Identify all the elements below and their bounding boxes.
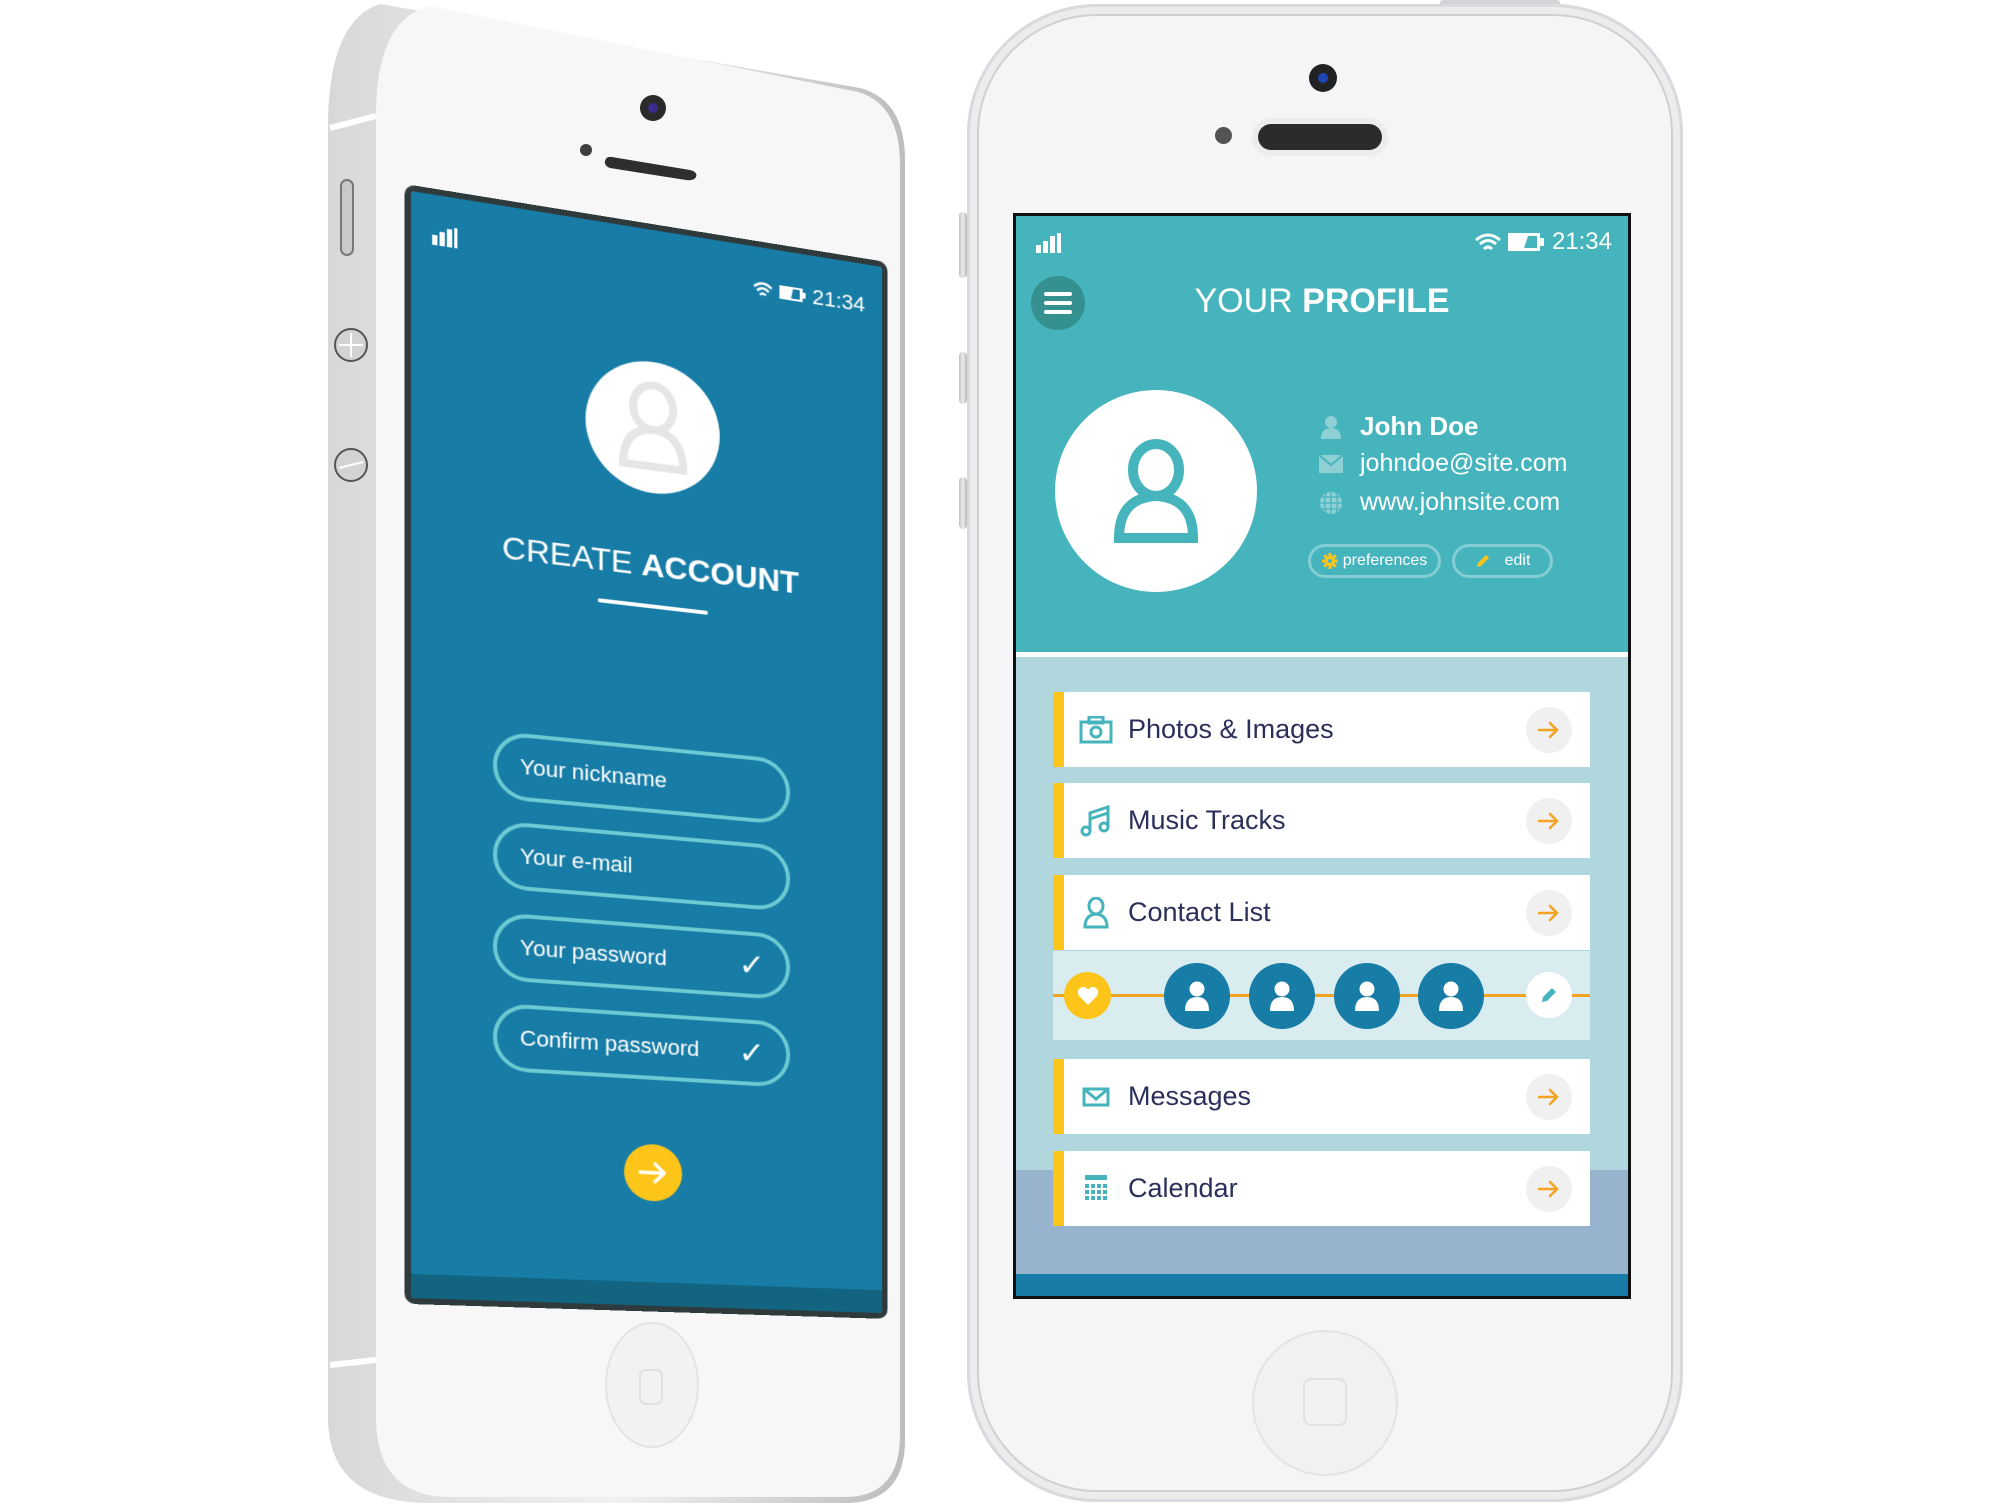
- status-bar: 21:34: [752, 275, 865, 318]
- profile-email-row: johndoe@site.com: [1318, 449, 1567, 478]
- menu-item-contacts[interactable]: Contact List: [1053, 875, 1590, 950]
- volume-down-button: [959, 477, 967, 529]
- profile-avatar[interactable]: [1055, 390, 1257, 592]
- mute-switch: [959, 212, 967, 278]
- check-icon: ✓: [738, 945, 765, 985]
- user-outline-icon: [1113, 439, 1199, 543]
- user-icon: [1318, 414, 1344, 440]
- proximity-sensor: [1215, 127, 1232, 144]
- create-account-screen: 21:34 CREATE ACCOUNT ✓ ✓: [404, 184, 889, 1320]
- status-time: 21:34: [1551, 228, 1612, 255]
- volume-up-button: [959, 352, 967, 404]
- preferences-label: preferences: [1342, 552, 1428, 569]
- profile-screen: 21:34 YOUR PROFILE John Doe johndoe@site…: [1016, 216, 1628, 1296]
- camera-lens: [1318, 73, 1328, 83]
- camera-icon: [1078, 712, 1114, 748]
- page-title: CREATE ACCOUNT: [411, 518, 882, 611]
- pencil-icon: [1542, 988, 1556, 1002]
- user-icon: [1439, 981, 1463, 1011]
- status-bar: 21:34: [1474, 228, 1612, 256]
- title-light: YOUR: [1194, 282, 1303, 320]
- wifi-icon: [1474, 233, 1501, 251]
- confirm-password-field[interactable]: ✓: [492, 1002, 791, 1088]
- menu-item-label: Messages: [1128, 1081, 1252, 1111]
- mute-switch: [340, 179, 354, 256]
- preferences-button[interactable]: preferences: [1308, 544, 1441, 578]
- arrow-right-icon: [638, 1160, 668, 1185]
- menu-item-photos[interactable]: Photos & Images: [1053, 692, 1590, 767]
- nickname-input[interactable]: [519, 754, 722, 799]
- music-note-icon: [1078, 803, 1114, 839]
- menu-item-label: Photos & Images: [1128, 714, 1334, 744]
- envelope-icon: [1318, 451, 1344, 477]
- title-bold: PROFILE: [1302, 282, 1450, 320]
- proximity-sensor: [580, 144, 592, 156]
- email-field[interactable]: [492, 820, 791, 912]
- user-icon: [1270, 981, 1294, 1011]
- edit-button[interactable]: edit: [1452, 544, 1553, 578]
- menu-item-calendar[interactable]: Calendar: [1053, 1151, 1590, 1226]
- profile-name: John Doe: [1360, 411, 1479, 441]
- profile-website[interactable]: www.johnsite.com: [1360, 488, 1560, 517]
- favorites-button[interactable]: [1064, 972, 1111, 1019]
- menu-item-label: Contact List: [1128, 897, 1271, 927]
- menu-item-label: Calendar: [1128, 1173, 1238, 1203]
- email-input[interactable]: [519, 843, 722, 887]
- arrow-right-icon[interactable]: [1526, 1073, 1572, 1120]
- menu-item-label: Music Tracks: [1128, 805, 1286, 835]
- contact-avatar[interactable]: [1164, 963, 1230, 1029]
- status-time: 21:34: [812, 284, 865, 317]
- edit-contacts-button[interactable]: [1526, 972, 1572, 1018]
- arrow-right-icon[interactable]: [1526, 706, 1572, 753]
- password-input[interactable]: [519, 934, 722, 976]
- title-underline: [597, 598, 708, 615]
- menu-item-music[interactable]: Music Tracks: [1053, 783, 1590, 858]
- user-icon: [1355, 981, 1379, 1011]
- confirm-password-input[interactable]: [519, 1025, 722, 1064]
- signal-bars-icon: [432, 228, 458, 249]
- title-bold: ACCOUNT: [641, 546, 799, 601]
- heart-icon: [1077, 986, 1098, 1005]
- home-button-square: [1303, 1378, 1347, 1426]
- title-light: CREATE: [502, 529, 642, 582]
- arrow-right-icon[interactable]: [1526, 797, 1572, 844]
- arrow-right-icon[interactable]: [1526, 889, 1572, 936]
- page-title: YOUR PROFILE: [1016, 282, 1628, 321]
- strip-connector-line: [1053, 994, 1590, 997]
- contact-avatar[interactable]: [1249, 963, 1315, 1029]
- gear-icon: [1321, 553, 1338, 569]
- avatar-placeholder[interactable]: [585, 352, 720, 502]
- earpiece-speaker: [1258, 124, 1382, 150]
- battery-icon: [1507, 233, 1544, 251]
- submit-button[interactable]: [624, 1142, 683, 1203]
- signal-bars-icon: [1036, 233, 1061, 253]
- calendar-icon: [1078, 1171, 1114, 1207]
- password-field[interactable]: ✓: [492, 911, 791, 1001]
- check-icon: ✓: [738, 1033, 765, 1072]
- user-outline-icon: [613, 375, 693, 480]
- profile-email[interactable]: johndoe@site.com: [1360, 449, 1567, 478]
- nickname-field[interactable]: [492, 730, 791, 826]
- envelope-icon: [1078, 1079, 1114, 1115]
- user-icon: [1078, 895, 1114, 931]
- pencil-icon: [1476, 555, 1489, 567]
- edit-label: edit: [1504, 552, 1531, 569]
- contact-avatar[interactable]: [1418, 963, 1484, 1029]
- globe-icon: [1318, 490, 1344, 516]
- battery-icon: [779, 285, 806, 303]
- user-icon: [1185, 981, 1209, 1011]
- screen-bottom-bar: [1016, 1274, 1628, 1296]
- profile-website-row: www.johnsite.com: [1318, 488, 1560, 517]
- profile-name-row: John Doe: [1318, 411, 1478, 442]
- menu-item-messages[interactable]: Messages: [1053, 1059, 1590, 1134]
- contacts-strip: [1053, 951, 1590, 1040]
- contact-avatar[interactable]: [1334, 963, 1400, 1029]
- header-divider: [1016, 652, 1628, 657]
- home-button[interactable]: [605, 1322, 699, 1448]
- wifi-icon: [752, 279, 773, 300]
- arrow-right-icon[interactable]: [1526, 1165, 1572, 1212]
